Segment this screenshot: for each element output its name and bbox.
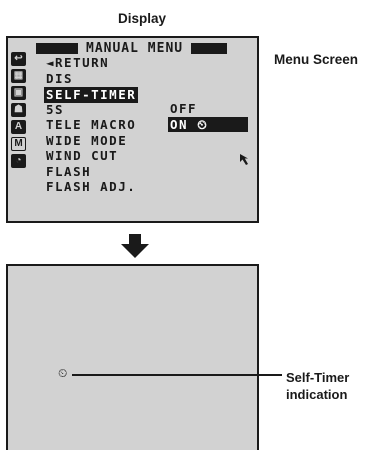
menu-item-wide-mode[interactable]: WIDE MODE [44,133,138,149]
menu-item-tele-macro[interactable]: TELE MACRO [44,117,138,133]
cursor-arrow-icon [240,154,248,165]
title-bar-left [36,42,78,54]
leader-line [72,374,282,376]
menu-title-text: MANUAL MENU [86,40,184,56]
self-timer-icon: ⏲ [58,366,68,380]
menu-screen-caption: Menu Screen [274,52,359,67]
menu-item-flash[interactable]: FLASH [44,164,138,180]
option-on[interactable]: ON ⏲ [168,116,248,132]
menu-title: MANUAL MENU [36,40,228,56]
m-icon: M [11,137,26,151]
menu-item-self-timer-row: SELF-TIMER [44,86,139,103]
down-arrow-icon [121,234,149,258]
sidebar: ↩ ▦ ▣ ☗ A M ◔ [11,52,28,171]
dis-icon: ▦ [11,69,26,83]
display-heading: Display [118,11,167,26]
menu-list: ◄RETURN DIS SELF-TIMER 5S TELE MACRO WID… [44,55,139,195]
option-off[interactable]: OFF [168,101,248,117]
indication-caption-line1: Self-Timer [286,370,350,385]
cam-icon: ▣ [11,86,26,100]
return-icon: ↩ [11,52,26,66]
am-icon: A [11,120,26,134]
title-bar-right [191,42,228,54]
viewfinder-screen [6,264,259,450]
self-timer-options: OFF ON ⏲ [168,101,248,132]
self-timer-indication-caption: Self-Timer indication [286,369,349,403]
person-icon: ☗ [11,103,26,117]
indication-caption-line2: indication [286,387,348,402]
menu-item-flash-adj[interactable]: FLASH ADJ. [44,179,138,195]
menu-item-5s[interactable]: 5S [44,102,138,118]
menu-item-self-timer[interactable]: SELF-TIMER [44,87,139,103]
menu-item-wind-cut[interactable]: WIND CUT [44,148,138,164]
menu-item-return[interactable]: ◄RETURN [44,55,138,71]
menu-item-dis[interactable]: DIS [44,71,138,87]
clock-icon: ◔ [11,154,26,168]
menu-screen: ↩ ▦ ▣ ☗ A M ◔ MANUAL MENU ◄RETURN DIS SE… [6,36,259,223]
